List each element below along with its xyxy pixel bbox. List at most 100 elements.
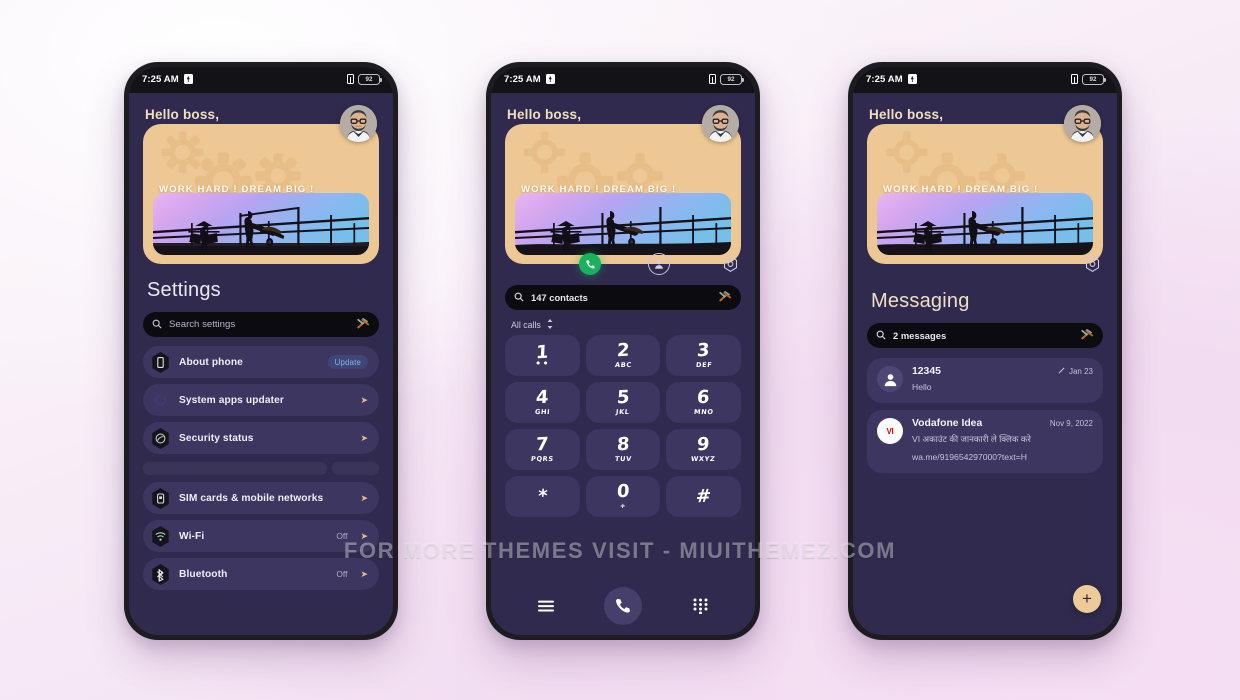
avatar[interactable] — [340, 105, 377, 142]
settings-row-label: Wi-Fi — [179, 530, 205, 542]
status-bar-left: 7:25 AM — [866, 74, 917, 85]
messaging-search-value: 2 messages — [893, 330, 947, 341]
dialpad-key[interactable]: 8 TUV — [585, 429, 661, 470]
phone-frame-dialer: 7:25 AM 92 Hello boss, WORK HARD ! DREAM… — [486, 62, 760, 640]
message-body: Vodafone Idea Nov 9, 2022 VI अकाउंट की ज… — [912, 418, 1093, 465]
status-time: 7:25 AM — [504, 73, 541, 85]
chevron-right-icon: ➤ — [360, 530, 368, 541]
search-icon — [876, 327, 886, 345]
screen-messaging: 7:25 AM 92 Hello boss, WORK HARD ! DREAM… — [853, 67, 1117, 635]
search-placeholder: Search settings — [169, 319, 236, 330]
dialer-search-value: 147 contacts — [531, 292, 588, 303]
contacts-icon[interactable] — [648, 253, 670, 275]
gear-icon[interactable] — [1081, 253, 1103, 275]
status-bar: 7:25 AM 92 — [129, 67, 393, 93]
avatar[interactable] — [702, 105, 739, 142]
dialpad-key[interactable]: 1 •• — [505, 335, 580, 376]
search-input[interactable]: Search settings — [143, 312, 379, 337]
widget-photo — [877, 193, 1093, 255]
dialpad-key-letters: MNO — [693, 407, 714, 416]
dialpad-key-number: 2 — [616, 340, 630, 362]
person-icon — [877, 366, 903, 392]
phone-info-icon — [151, 351, 170, 373]
settings-row-sim-cards[interactable]: SIM cards & mobile networks ➤ — [143, 482, 379, 514]
settings-row-label: Bluetooth — [179, 568, 228, 580]
dialpad-key-letters: GHI — [534, 407, 551, 416]
settings-row-system-apps-updater[interactable]: System apps updater ➤ — [143, 384, 379, 416]
call-icon[interactable] — [579, 253, 601, 275]
dialpad-key-number: # — [695, 485, 712, 508]
dialpad-key-letters: PQRS — [530, 454, 555, 463]
message-snippet: Hello — [912, 382, 932, 392]
compose-fab[interactable]: + — [1073, 585, 1101, 613]
shield-icon — [151, 427, 170, 449]
widget-header: Hello boss, — [129, 93, 393, 142]
dialpad-key-star[interactable]: * — [505, 476, 580, 517]
widget-photo — [153, 193, 369, 255]
dialpad-key[interactable]: 3 DEF — [666, 335, 741, 376]
status-bar-left: 7:25 AM — [142, 74, 193, 85]
widget-header: Hello boss, — [853, 93, 1117, 142]
dialer-quick-icons — [491, 253, 755, 275]
messaging-search-input[interactable]: 2 messages — [867, 323, 1103, 348]
hammer-tools-icon[interactable] — [718, 289, 732, 307]
dialpad-key-number: 3 — [696, 340, 711, 362]
dialpad: 1 •• 2 ABC 3 DEF 4 GHI 5 JKL 6 MNO 7 PQRS 8 TUV … — [491, 331, 755, 517]
settings-row-security-status[interactable]: Security status ➤ — [143, 422, 379, 454]
message-date: Nov 9, 2022 — [1049, 419, 1093, 428]
dialpad-key[interactable]: 5 JKL — [585, 382, 661, 423]
settings-row-about-phone[interactable]: About phone Update — [143, 346, 379, 378]
dialpad-key-number: * — [537, 485, 548, 508]
settings-row-wifi[interactable]: Wi-Fi Off ➤ — [143, 520, 379, 552]
dialpad-key[interactable]: 7 PQRS — [505, 429, 580, 470]
page-title: Messaging — [871, 290, 970, 312]
screen-dialer: 7:25 AM 92 Hello boss, WORK HARD ! DREAM… — [491, 67, 755, 635]
screen-settings: 7:25 AM 92 Hello boss, WORK HARD ! DREAM… — [129, 67, 393, 635]
list-item[interactable]: 12345 Jan 23 Hello — [867, 358, 1103, 403]
hammer-tools-icon[interactable] — [1080, 327, 1094, 345]
list-item[interactable]: VI Vodafone Idea Nov 9, 2022 VI अकाउंट क… — [867, 410, 1103, 473]
settings-row-label: System apps updater — [179, 394, 284, 406]
download-badge-icon — [545, 74, 555, 84]
settings-row-value: Off — [336, 569, 348, 579]
battery-icon: 92 — [720, 73, 744, 85]
motivation-widget[interactable]: WORK HARD ! DREAM BIG ! — [143, 124, 379, 264]
hammer-tools-icon[interactable] — [356, 316, 370, 334]
motivation-widget[interactable]: WORK HARD ! DREAM BIG ! — [867, 124, 1103, 264]
dialpad-key-hash[interactable]: # — [666, 476, 741, 517]
dialpad-key-zero[interactable]: 0 + — [585, 476, 661, 517]
message-sender: Vodafone Idea — [912, 418, 983, 429]
status-bar-right: 92 — [347, 73, 382, 85]
dialpad-key-number: 5 — [616, 387, 630, 409]
gear-icon[interactable] — [719, 253, 741, 275]
call-button[interactable] — [604, 587, 643, 625]
avatar[interactable] — [1064, 105, 1101, 142]
sim-icon — [709, 74, 716, 84]
chevron-right-icon: ➤ — [360, 394, 368, 405]
wifi-icon — [151, 525, 170, 547]
dialpad-key[interactable]: 6 MNO — [666, 382, 741, 423]
dialer-search-input[interactable]: 147 contacts — [505, 285, 741, 310]
keypad-icon[interactable] — [693, 598, 708, 614]
dialer-navbar — [491, 583, 755, 629]
dialpad-key-letters: DEF — [695, 360, 713, 369]
dialpad-key[interactable]: 9 WXYZ — [666, 429, 741, 470]
update-badge[interactable]: Update — [327, 355, 368, 369]
call-filter[interactable]: All calls — [491, 310, 755, 331]
message-body: 12345 Jan 23 Hello — [912, 366, 1093, 395]
message-date: Jan 23 — [1068, 367, 1093, 376]
page-title: Settings — [147, 279, 221, 301]
menu-icon[interactable] — [538, 599, 555, 613]
motivation-widget[interactable]: WORK HARD ! DREAM BIG ! — [505, 124, 741, 264]
dialpad-key-number: 1 — [535, 341, 550, 363]
settings-rows-group-1: About phone Update System apps updater ➤… — [129, 337, 393, 590]
message-header: Vodafone Idea Nov 9, 2022 — [912, 418, 1093, 429]
bluetooth-icon — [151, 563, 170, 585]
greeting-text: Hello boss, — [507, 107, 582, 122]
dialpad-key[interactable]: 4 GHI — [505, 382, 580, 423]
settings-row-bluetooth[interactable]: Bluetooth Off ➤ — [143, 558, 379, 590]
message-meta: Jan 23 — [1058, 367, 1093, 376]
dialpad-key-letters: WXYZ — [691, 454, 717, 463]
dialpad-key-letters: TUV — [614, 454, 632, 463]
dialpad-key[interactable]: 2 ABC — [585, 335, 661, 376]
